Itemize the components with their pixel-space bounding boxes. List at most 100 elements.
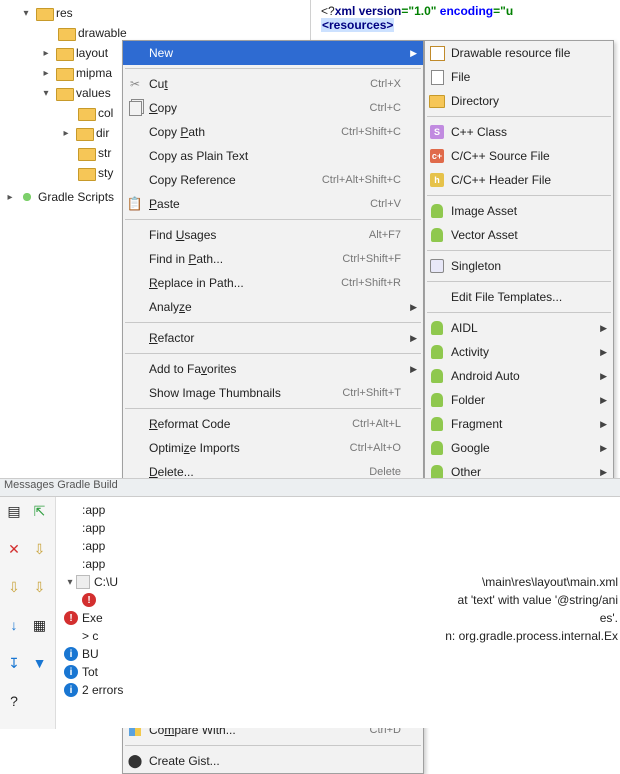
ctx-optimp[interactable]: Optimize ImportsCtrl+Alt+O (123, 436, 423, 460)
activity-icon (431, 345, 443, 359)
submenu-arrow-icon: ▶ (600, 323, 607, 334)
new-directory[interactable]: Directory (425, 89, 613, 113)
expand-icon[interactable]: ⇱ (30, 501, 50, 521)
directory-icon (429, 95, 445, 108)
new-google[interactable]: Google▶ (425, 436, 613, 460)
ctx-cut[interactable]: CutCtrl+X (123, 72, 423, 96)
folder-icon (56, 86, 72, 100)
ctx-replp[interactable]: Replace in Path...Ctrl+Shift+R (123, 271, 423, 295)
export-icon[interactable]: ▦ (30, 615, 50, 635)
menu-label: Edit File Templates... (451, 290, 591, 304)
ctx-findp[interactable]: Find in Path...Ctrl+Shift+F (123, 247, 423, 271)
submenu-arrow-icon: ▶ (600, 395, 607, 406)
new-activity[interactable]: Activity▶ (425, 340, 613, 364)
menu-label: Find Usages (149, 228, 363, 242)
ctx-refactor[interactable]: Refactor▶ (123, 326, 423, 350)
new-edittpl[interactable]: Edit File Templates... (425, 285, 613, 309)
submenu-arrow-icon: ▶ (410, 302, 417, 313)
menu-label: Fragment (451, 417, 591, 431)
menu-label: C/C++ Header File (451, 173, 591, 187)
google-icon (431, 441, 443, 455)
shortcut: Ctrl+V (364, 198, 401, 210)
shortcut: Ctrl+Shift+C (335, 126, 401, 138)
menu-label: Directory (451, 94, 591, 108)
shortcut: Ctrl+Shift+F (336, 253, 401, 265)
ctx-addfav[interactable]: Add to Favorites▶ (123, 357, 423, 381)
shortcut: Ctrl+C (364, 102, 401, 114)
ctx-findu[interactable]: Find UsagesAlt+F7 (123, 223, 423, 247)
submenu-arrow-icon: ▶ (600, 371, 607, 382)
messages-tree: :app :app :app :app ▾C:\U\main\res\layou… (56, 497, 620, 729)
folder-icon (58, 26, 74, 40)
error-icon: ! (64, 611, 78, 625)
ctx-new[interactable]: New▶ (123, 41, 423, 65)
menu-label: AIDL (451, 321, 591, 335)
new-fragment[interactable]: Fragment ▶ (425, 412, 613, 436)
file-icon (431, 70, 444, 85)
hide-icon[interactable]: ⇩ (30, 577, 50, 597)
autoscroll-icon[interactable]: ↧ (4, 653, 24, 673)
new-cppsrc[interactable]: c+C/C++ Source File (425, 144, 613, 168)
menu-label: Add to Favorites (149, 362, 401, 376)
new-cppcls[interactable]: SC++ Class (425, 120, 613, 144)
info-icon: i (64, 683, 78, 697)
aidl-icon (431, 321, 443, 335)
menu-label: Create Gist... (149, 754, 401, 768)
new-vecasset[interactable]: Vector Asset (425, 223, 613, 247)
folder-icon (78, 146, 94, 160)
menu-label: Copy (149, 101, 364, 115)
submenu-arrow-icon: ▶ (600, 419, 607, 430)
ctx-copypath[interactable]: Copy PathCtrl+Shift+C (123, 120, 423, 144)
folder-icon (36, 6, 52, 20)
ctx-paste[interactable]: PasteCtrl+V (123, 192, 423, 216)
cut-icon (130, 77, 140, 91)
copy-icon (129, 101, 142, 116)
shortcut: Ctrl+Shift+T (336, 387, 401, 399)
collapse-icon[interactable]: ▤ (4, 501, 24, 521)
menu-label: Copy Path (149, 125, 335, 139)
new-cpphdr[interactable]: hC/C++ Header File (425, 168, 613, 192)
gradle-icon (20, 190, 34, 204)
ctx-copyplain[interactable]: Copy as Plain Text (123, 144, 423, 168)
shortcut: Ctrl+Alt+O (344, 442, 401, 454)
new-aauto[interactable]: Android Auto▶ (425, 364, 613, 388)
ctx-analyze[interactable]: Analyze▶ (123, 295, 423, 319)
ctx-copyref[interactable]: Copy ReferenceCtrl+Alt+Shift+C (123, 168, 423, 192)
new-imgasset[interactable]: Image Asset (425, 199, 613, 223)
warning-filter-icon[interactable]: ⇩ (30, 539, 50, 559)
new-folder2[interactable]: Folder ▶ (425, 388, 613, 412)
new-singleton[interactable]: Singleton (425, 254, 613, 278)
ctx-reformat[interactable]: Reformat CodeCtrl+Alt+L (123, 412, 423, 436)
editor-preview: <?xml version="1.0" encoding="u <resourc… (310, 0, 620, 40)
menu-label: Drawable resource file (451, 46, 591, 60)
menu-label: Image Asset (451, 204, 591, 218)
submenu-arrow-icon: ▶ (600, 347, 607, 358)
menu-label: Copy as Plain Text (149, 149, 401, 163)
menu-label: Folder (451, 393, 591, 407)
folder-icon (78, 166, 94, 180)
filter-icon[interactable]: ▼ (30, 653, 50, 673)
down-icon[interactable]: ↓ (4, 615, 24, 635)
shortcut: Ctrl+Alt+L (346, 418, 401, 430)
ctx-copy[interactable]: CopyCtrl+C (123, 96, 423, 120)
submenu-arrow-icon: ▶ (600, 467, 607, 478)
menu-label: New (149, 46, 401, 60)
ctx-gist[interactable]: ⬤Create Gist... (123, 749, 423, 773)
help-icon[interactable]: ? (4, 691, 24, 711)
shortcut: Ctrl+X (364, 78, 401, 90)
info-icon: i (64, 665, 78, 679)
messages-tab[interactable]: Messages Gradle Build (0, 479, 620, 497)
menu-label: Show Image Thumbnails (149, 386, 336, 400)
new-file[interactable]: File (425, 65, 613, 89)
info-filter-icon[interactable]: ⇩ (4, 577, 24, 597)
messages-toolbar: ▤ ⇱ ✕ ⇩ ⇩ ⇩ ↓ ▦ ↧ ▼ ? (0, 497, 56, 729)
cppsrc-icon: c+ (430, 149, 444, 163)
new-drawres[interactable]: Drawable resource file (425, 41, 613, 65)
tree-res[interactable]: ▾res (0, 3, 310, 23)
shortcut: Alt+F7 (363, 229, 401, 241)
ctx-thumbs[interactable]: Show Image ThumbnailsCtrl+Shift+T (123, 381, 423, 405)
error-filter-icon[interactable]: ✕ (4, 539, 24, 559)
new-aidl[interactable]: AIDL ▶ (425, 316, 613, 340)
folder-icon (56, 66, 72, 80)
fragment-icon (431, 417, 443, 431)
